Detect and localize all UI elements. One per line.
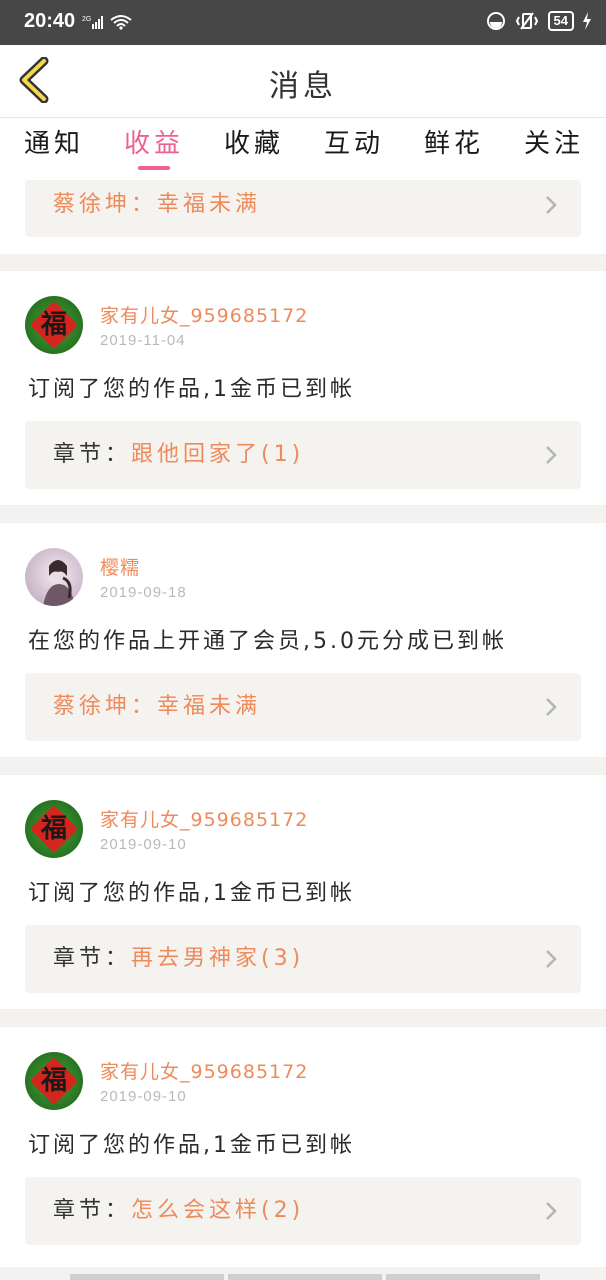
avatar[interactable]: 福: [25, 1052, 83, 1110]
tab-favorites[interactable]: 收藏: [214, 126, 294, 172]
status-right-icons: 54: [486, 11, 592, 31]
message-text: 在您的作品上开通了会员,5.0元分成已到帐: [28, 629, 507, 654]
message-text: 订阅了您的作品,1金币已到帐: [28, 377, 355, 402]
page-title: 消息: [269, 69, 337, 104]
chapter-title: 再去男神家(3): [131, 946, 305, 971]
message-list[interactable]: 蔡徐坤：幸福未满 福 家有儿女_959685172 2019-11-04 订阅了…: [0, 180, 606, 1280]
username[interactable]: 家有儿女_959685172: [100, 1057, 308, 1084]
message-card-partial: 蔡徐坤：幸福未满: [0, 180, 606, 254]
signal-icon: 2G: [82, 16, 103, 29]
chapter-title: 怎么会这样(2): [131, 1198, 305, 1223]
message-date: 2019-11-04: [100, 332, 186, 349]
wifi-icon: [110, 15, 132, 30]
chapter-link[interactable]: 章节：怎么会这样(2): [25, 1177, 581, 1245]
tab-label: 关注: [523, 129, 584, 159]
tab-interactions[interactable]: 互动: [314, 126, 394, 172]
tab-following[interactable]: 关注: [514, 126, 594, 172]
chapter-title: 跟他回家了(1): [131, 442, 305, 467]
avatar[interactable]: 福: [25, 800, 83, 858]
chapter-link-text: 章节：跟他回家了(1): [53, 421, 304, 489]
avatar[interactable]: [25, 548, 83, 606]
message-date: 2019-09-10: [100, 836, 187, 853]
work-link-text: 蔡徐坤：幸福未满: [53, 192, 262, 217]
username[interactable]: 樱糯: [100, 553, 140, 580]
chevron-right-icon: [546, 196, 557, 214]
loading-segment: [70, 1274, 224, 1280]
message-card: 福 家有儿女_959685172 2019-09-10 订阅了您的作品,1金币已…: [0, 775, 606, 1009]
status-bar: 20:40 2G 54: [0, 0, 606, 45]
chapter-link-text: 章节：怎么会这样(2): [53, 1177, 304, 1245]
loading-segment: [386, 1274, 540, 1280]
tab-bar: 通知 收益 收藏 互动 鲜花 关注: [0, 118, 606, 180]
chapter-label: 章节：: [53, 946, 132, 971]
message-card: 福 家有儿女_959685172 2019-11-04 订阅了您的作品,1金币已…: [0, 271, 606, 505]
work-link[interactable]: 蔡徐坤：幸福未满: [25, 180, 581, 237]
message-text: 订阅了您的作品,1金币已到帐: [28, 881, 355, 906]
tab-label: 通知: [23, 129, 84, 159]
message-card: 樱糯 2019-09-18 在您的作品上开通了会员,5.0元分成已到帐 蔡徐坤：…: [0, 523, 606, 757]
message-date: 2019-09-18: [100, 584, 187, 601]
chapter-link-text: 章节：再去男神家(3): [53, 925, 304, 993]
battery-indicator: 54: [547, 11, 574, 31]
tab-flowers[interactable]: 鲜花: [414, 126, 494, 172]
chevron-right-icon: [546, 950, 557, 968]
fu-char: 福: [40, 310, 67, 340]
chevron-right-icon: [546, 446, 557, 464]
work-link[interactable]: 蔡徐坤：幸福未满: [25, 673, 581, 741]
tab-label: 互动: [323, 129, 384, 159]
status-time: 20:40: [24, 10, 76, 32]
chevron-right-icon: [546, 698, 557, 716]
chapter-link[interactable]: 章节：跟他回家了(1): [25, 421, 581, 489]
message-text: 订阅了您的作品,1金币已到帐: [28, 1133, 355, 1158]
charging-icon: [583, 12, 591, 30]
username[interactable]: 家有儿女_959685172: [100, 301, 308, 328]
chapter-link[interactable]: 章节：再去男神家(3): [25, 925, 581, 993]
chapter-label: 章节：: [53, 442, 132, 467]
message-card: 福 家有儿女_959685172 2019-09-10 订阅了您的作品,1金币已…: [0, 1027, 606, 1267]
username[interactable]: 家有儿女_959685172: [100, 805, 308, 832]
tab-earnings[interactable]: 收益: [114, 126, 194, 172]
message-date: 2019-09-10: [100, 1088, 187, 1105]
vibrate-icon: [515, 12, 538, 30]
svg-text:2G: 2G: [82, 16, 91, 23]
app-header: 消息: [0, 45, 606, 118]
tab-label: 收益: [123, 129, 184, 159]
loading-bar: [70, 1274, 540, 1280]
chevron-right-icon: [546, 1202, 557, 1220]
data-saver-icon: [486, 12, 505, 30]
fu-char: 福: [40, 814, 67, 844]
fu-char: 福: [40, 1066, 67, 1096]
avatar[interactable]: 福: [25, 296, 83, 354]
work-link-text: 蔡徐坤：幸福未满: [53, 673, 261, 741]
status-left-icons: 2G: [82, 14, 132, 30]
tab-label: 收藏: [223, 129, 284, 159]
tab-label: 鲜花: [423, 129, 484, 159]
work-title: 蔡徐坤：幸福未满: [53, 694, 262, 719]
active-tab-indicator: [138, 166, 170, 170]
chapter-label: 章节：: [53, 1198, 132, 1223]
tab-notifications[interactable]: 通知: [14, 126, 94, 172]
loading-segment: [228, 1274, 382, 1280]
user-photo-icon: [43, 560, 75, 606]
